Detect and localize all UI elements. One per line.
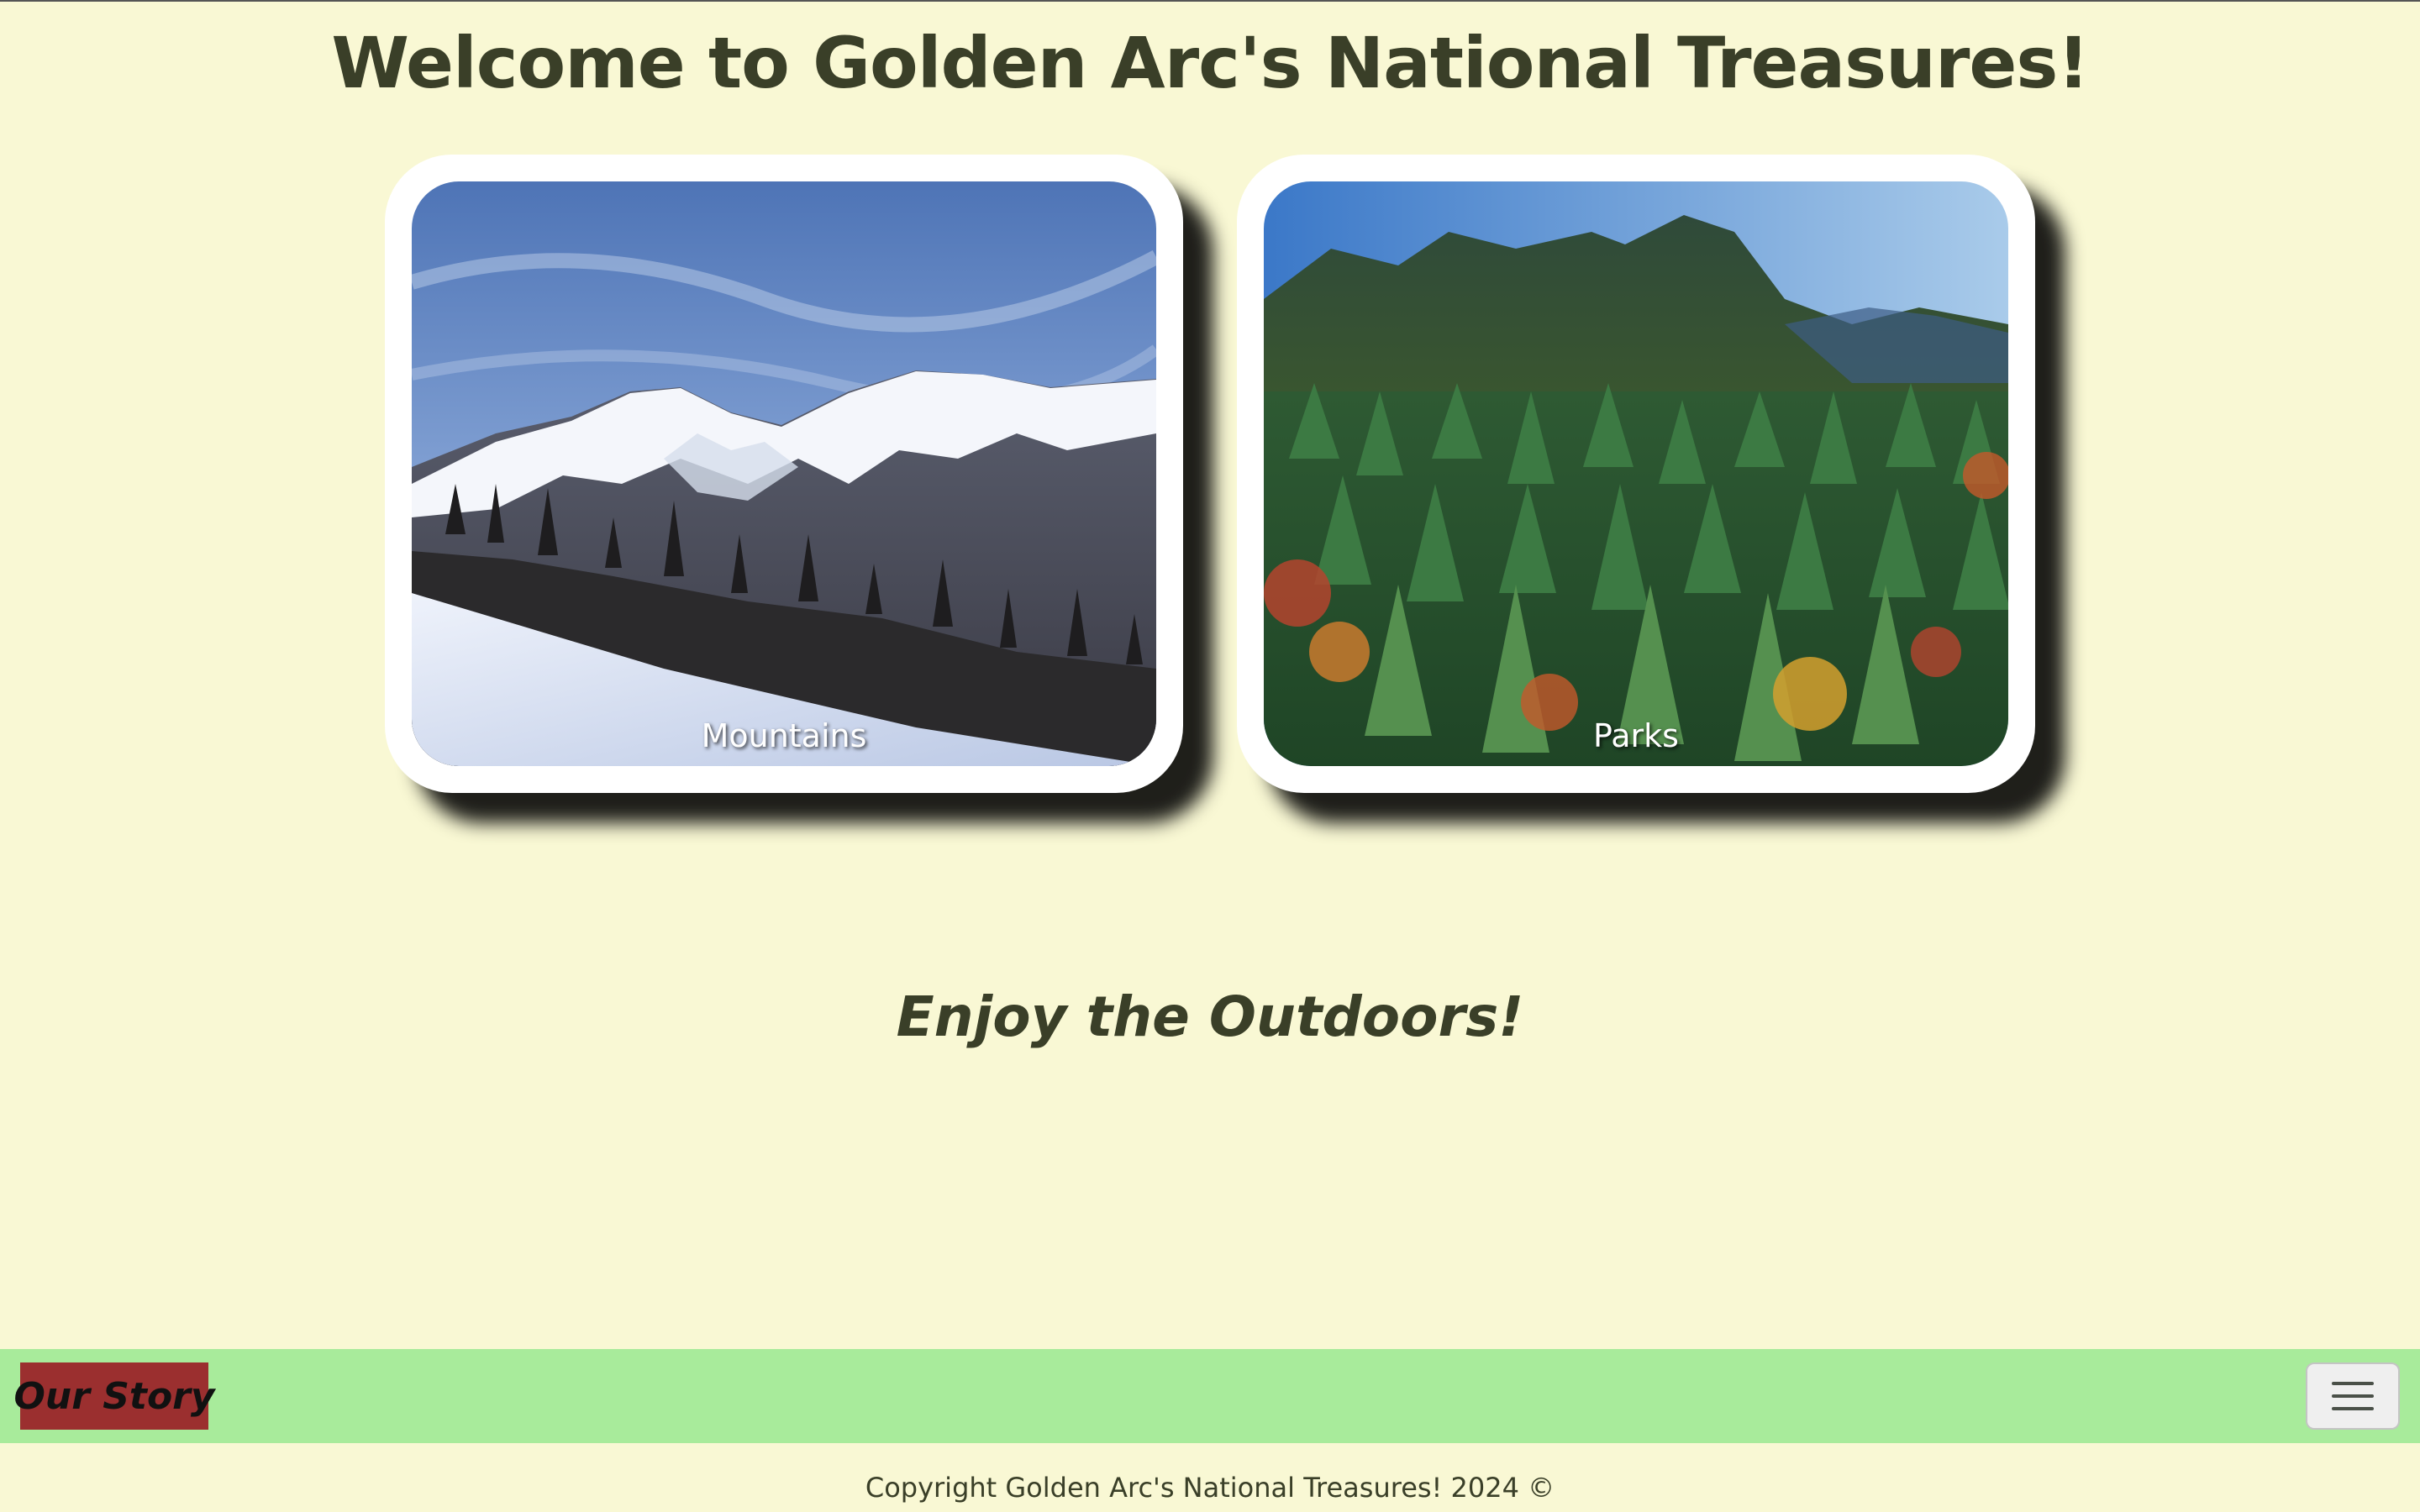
hamburger-bar	[2332, 1382, 2374, 1385]
mountains-image[interactable]: Mountains	[412, 181, 1156, 766]
hamburger-menu-icon[interactable]	[2306, 1362, 2400, 1430]
bottom-navbar: Our Story	[0, 1349, 2420, 1443]
hamburger-bar	[2332, 1407, 2374, 1410]
our-story-link[interactable]: Our Story	[13, 1362, 215, 1430]
mountains-card[interactable]: Mountains	[385, 155, 1183, 793]
parks-card[interactable]: Parks	[1237, 155, 2035, 793]
copyright-text: Copyright Golden Arc's National Treasure…	[865, 1472, 1555, 1504]
hamburger-bar	[2332, 1394, 2374, 1398]
tagline: Enjoy the Outdoors!	[896, 984, 1524, 1049]
parks-label: Parks	[1593, 717, 1679, 754]
page-title: Welcome to Golden Arc's National Treasur…	[331, 22, 2089, 104]
parks-image[interactable]: Parks	[1264, 181, 2008, 766]
snowy-mountain-photo	[412, 181, 1156, 766]
top-border	[0, 0, 2420, 2]
mountains-label: Mountains	[701, 717, 867, 754]
forest-valley-photo	[1264, 181, 2008, 766]
